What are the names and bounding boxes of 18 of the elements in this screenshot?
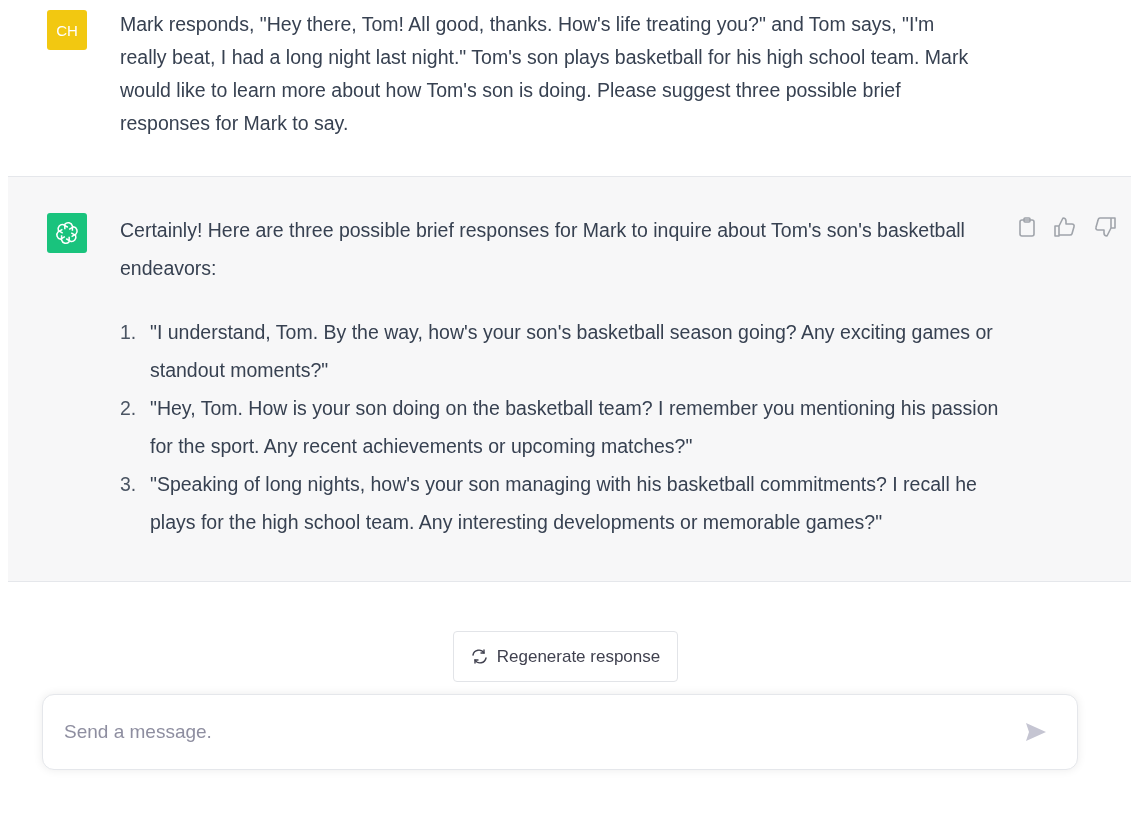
send-icon[interactable] bbox=[1025, 722, 1047, 742]
regenerate-button[interactable]: Regenerate response bbox=[452, 631, 679, 682]
list-number: 1. bbox=[120, 320, 138, 345]
openai-logo-icon bbox=[54, 220, 80, 246]
message-text: Mark responds, "Hey there, Tom! All good, thanks. How's life treating you?" and Tom says, "I'm really beat, I had a long night last night." Tom's son plays basketball for his high school team. Mark would like to learn more about how Tom's son is doing. Please suggest three possible brief responses for Mark to say. bbox=[120, 12, 970, 136]
clipboard-icon[interactable] bbox=[1018, 217, 1036, 237]
message-input[interactable]: Send a message. bbox=[64, 721, 1025, 743]
message-field[interactable]: Send a message. bbox=[42, 694, 1078, 770]
thumbs-up-icon[interactable] bbox=[1054, 217, 1076, 237]
list-item-text: "Hey, Tom. How is your son doing on the basketball team? I remember you mentioning his passion for the sport. Any recent achievements or upcoming matches?" bbox=[150, 396, 1000, 459]
list-item-text: "Speaking of long nights, how's your son managing with his basketball commitments? I recall he plays for the high school team. Any interesting developments or memorable games?" bbox=[150, 472, 978, 535]
list-number: 3. bbox=[120, 472, 138, 497]
list-number: 2. bbox=[120, 396, 138, 421]
list-item-text: "I understand, Tom. By the way, how's your son's basketball season going? Any exciting games or standout moments?" bbox=[150, 320, 994, 383]
refresh-icon bbox=[470, 649, 488, 664]
thumbs-down-icon[interactable] bbox=[1094, 217, 1116, 237]
user-avatar: CH bbox=[47, 10, 87, 50]
message-text: Certainly! Here are three possible brief responses for Mark to inquire about Tom's son's basketball endeavors: bbox=[120, 218, 966, 281]
